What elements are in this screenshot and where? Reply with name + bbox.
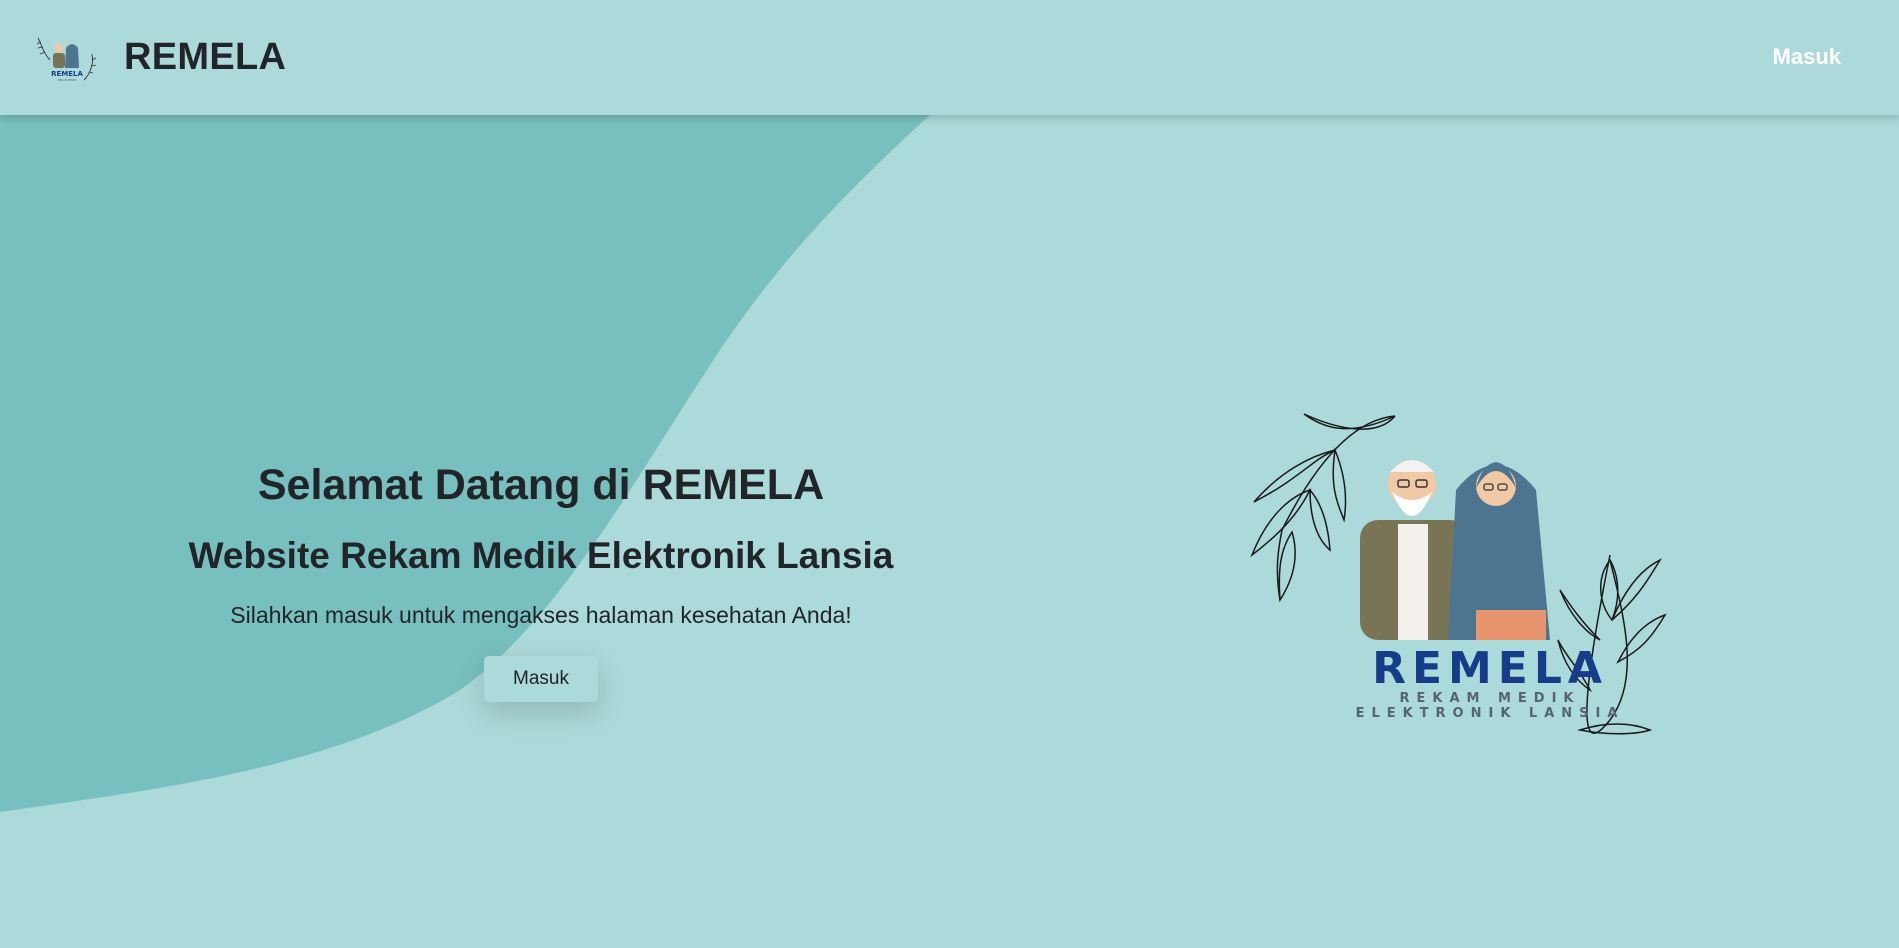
svg-text:REKAM MEDIK: REKAM MEDIK	[58, 78, 77, 82]
brand-name: REMELA	[124, 36, 287, 78]
login-button[interactable]: Masuk	[484, 655, 598, 702]
navbar: REMELA REKAM MEDIK REMELA Masuk	[0, 0, 1899, 115]
nav-login-link[interactable]: Masuk	[1773, 44, 1841, 70]
hero-description: Silahkan masuk untuk mengakses halaman k…	[230, 601, 852, 628]
brand-link[interactable]: REMELA REKAM MEDIK REMELA	[32, 32, 286, 84]
brand-logo-icon: REMELA REKAM MEDIK	[36, 37, 97, 82]
logo-subtitle-line1: REKAM MEDIK	[1399, 691, 1580, 706]
hero-title: Selamat Datang di REMELA	[257, 461, 825, 509]
logo-title: REMELA	[1372, 643, 1608, 694]
svg-text:REMELA: REMELA	[51, 70, 83, 78]
elderly-woman-illustration	[1448, 462, 1550, 640]
hero-subtitle: Website Rekam Medik Elektronik Lansia	[188, 534, 894, 576]
hero-section: Selamat Datang di REMELA Website Rekam M…	[100, 460, 982, 702]
logo-subtitle-line2: ELEKTRONIK LANSIA	[1356, 706, 1625, 721]
remela-logo: REMELA REKAM MEDIK ELEKTRONIK LANSIA	[1250, 413, 1667, 735]
